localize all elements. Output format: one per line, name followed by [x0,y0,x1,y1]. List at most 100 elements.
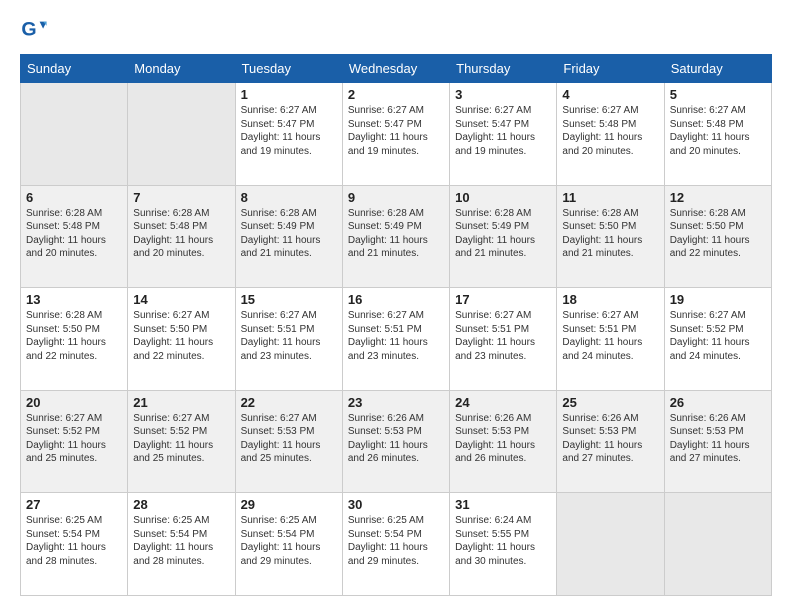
page: G SundayMondayTuesdayWednesdayThursdayFr… [0,0,792,612]
day-number: 15 [241,292,337,307]
day-info: Sunrise: 6:28 AM Sunset: 5:49 PM Dayligh… [241,207,337,261]
day-info: Sunrise: 6:28 AM Sunset: 5:50 PM Dayligh… [26,309,122,363]
day-info: Sunrise: 6:26 AM Sunset: 5:53 PM Dayligh… [670,412,766,466]
calendar-header-sunday: Sunday [21,55,128,83]
calendar-cell: 22 Sunrise: 6:27 AM Sunset: 5:53 PM Dayli… [235,390,342,493]
day-number: 20 [26,395,122,410]
calendar-cell [21,83,128,186]
day-number: 17 [455,292,551,307]
day-number: 13 [26,292,122,307]
day-info: Sunrise: 6:28 AM Sunset: 5:48 PM Dayligh… [26,207,122,261]
calendar-cell: 21 Sunrise: 6:27 AM Sunset: 5:52 PM Dayli… [128,390,235,493]
day-number: 4 [562,87,658,102]
logo: G [20,16,50,44]
day-info: Sunrise: 6:27 AM Sunset: 5:50 PM Dayligh… [133,309,229,363]
calendar-cell: 18 Sunrise: 6:27 AM Sunset: 5:51 PM Dayli… [557,288,664,391]
day-info: Sunrise: 6:27 AM Sunset: 5:53 PM Dayligh… [241,412,337,466]
calendar-header-friday: Friday [557,55,664,83]
day-info: Sunrise: 6:27 AM Sunset: 5:48 PM Dayligh… [562,104,658,158]
day-number: 14 [133,292,229,307]
calendar-header-thursday: Thursday [450,55,557,83]
calendar-cell: 9Sunrise: 6:28 AM Sunset: 5:49 PM Daylig… [342,185,449,288]
day-info: Sunrise: 6:26 AM Sunset: 5:53 PM Dayligh… [455,412,551,466]
day-info: Sunrise: 6:27 AM Sunset: 5:51 PM Dayligh… [241,309,337,363]
calendar-cell: 5Sunrise: 6:27 AM Sunset: 5:48 PM Daylig… [664,83,771,186]
calendar-cell: 1 Sunrise: 6:27 AM Sunset: 5:47 PM Daylig… [235,83,342,186]
calendar-week-row: 1 Sunrise: 6:27 AM Sunset: 5:47 PM Daylig… [21,83,772,186]
day-info: Sunrise: 6:27 AM Sunset: 5:52 PM Dayligh… [26,412,122,466]
calendar-cell: 12 Sunrise: 6:28 AM Sunset: 5:50 PM Dayli… [664,185,771,288]
calendar: SundayMondayTuesdayWednesdayThursdayFrid… [20,54,772,596]
calendar-cell: 16 Sunrise: 6:27 AM Sunset: 5:51 PM Dayli… [342,288,449,391]
calendar-cell [664,493,771,596]
calendar-cell: 28 Sunrise: 6:25 AM Sunset: 5:54 PM Dayli… [128,493,235,596]
calendar-cell: 10Sunrise: 6:28 AM Sunset: 5:49 PM Dayli… [450,185,557,288]
calendar-cell: 31 Sunrise: 6:24 AM Sunset: 5:55 PM Dayli… [450,493,557,596]
day-number: 30 [348,497,444,512]
calendar-cell: 27 Sunrise: 6:25 AM Sunset: 5:54 PM Dayli… [21,493,128,596]
day-number: 18 [562,292,658,307]
calendar-cell: 25 Sunrise: 6:26 AM Sunset: 5:53 PM Dayli… [557,390,664,493]
calendar-cell: 19Sunrise: 6:27 AM Sunset: 5:52 PM Dayli… [664,288,771,391]
day-number: 31 [455,497,551,512]
calendar-cell: 29 Sunrise: 6:25 AM Sunset: 5:54 PM Dayli… [235,493,342,596]
day-info: Sunrise: 6:27 AM Sunset: 5:51 PM Dayligh… [348,309,444,363]
day-number: 2 [348,87,444,102]
calendar-week-row: 27 Sunrise: 6:25 AM Sunset: 5:54 PM Dayli… [21,493,772,596]
calendar-cell [128,83,235,186]
day-info: Sunrise: 6:28 AM Sunset: 5:50 PM Dayligh… [670,207,766,261]
calendar-cell: 6Sunrise: 6:28 AM Sunset: 5:48 PM Daylig… [21,185,128,288]
calendar-cell: 7 Sunrise: 6:28 AM Sunset: 5:48 PM Daylig… [128,185,235,288]
day-info: Sunrise: 6:24 AM Sunset: 5:55 PM Dayligh… [455,514,551,568]
calendar-header-row: SundayMondayTuesdayWednesdayThursdayFrid… [21,55,772,83]
day-info: Sunrise: 6:25 AM Sunset: 5:54 PM Dayligh… [241,514,337,568]
day-number: 9 [348,190,444,205]
calendar-cell: 3 Sunrise: 6:27 AM Sunset: 5:47 PM Daylig… [450,83,557,186]
day-info: Sunrise: 6:27 AM Sunset: 5:47 PM Dayligh… [348,104,444,158]
day-number: 21 [133,395,229,410]
day-number: 3 [455,87,551,102]
day-info: Sunrise: 6:26 AM Sunset: 5:53 PM Dayligh… [562,412,658,466]
day-number: 7 [133,190,229,205]
day-number: 29 [241,497,337,512]
calendar-cell: 23 Sunrise: 6:26 AM Sunset: 5:53 PM Dayli… [342,390,449,493]
day-number: 1 [241,87,337,102]
day-number: 25 [562,395,658,410]
calendar-header-tuesday: Tuesday [235,55,342,83]
day-number: 19 [670,292,766,307]
header: G [20,16,772,44]
day-info: Sunrise: 6:25 AM Sunset: 5:54 PM Dayligh… [133,514,229,568]
day-info: Sunrise: 6:25 AM Sunset: 5:54 PM Dayligh… [26,514,122,568]
day-number: 16 [348,292,444,307]
day-info: Sunrise: 6:27 AM Sunset: 5:52 PM Dayligh… [133,412,229,466]
calendar-week-row: 13 Sunrise: 6:28 AM Sunset: 5:50 PM Dayli… [21,288,772,391]
calendar-header-monday: Monday [128,55,235,83]
day-number: 23 [348,395,444,410]
day-info: Sunrise: 6:28 AM Sunset: 5:48 PM Dayligh… [133,207,229,261]
calendar-header-wednesday: Wednesday [342,55,449,83]
day-number: 10 [455,190,551,205]
calendar-cell: 24Sunrise: 6:26 AM Sunset: 5:53 PM Dayli… [450,390,557,493]
calendar-cell [557,493,664,596]
calendar-cell: 20 Sunrise: 6:27 AM Sunset: 5:52 PM Dayli… [21,390,128,493]
day-number: 27 [26,497,122,512]
calendar-cell: 4 Sunrise: 6:27 AM Sunset: 5:48 PM Daylig… [557,83,664,186]
day-info: Sunrise: 6:26 AM Sunset: 5:53 PM Dayligh… [348,412,444,466]
day-info: Sunrise: 6:27 AM Sunset: 5:47 PM Dayligh… [241,104,337,158]
day-number: 22 [241,395,337,410]
svg-text:G: G [21,19,36,41]
calendar-week-row: 20 Sunrise: 6:27 AM Sunset: 5:52 PM Dayli… [21,390,772,493]
day-number: 8 [241,190,337,205]
day-info: Sunrise: 6:27 AM Sunset: 5:47 PM Dayligh… [455,104,551,158]
day-number: 12 [670,190,766,205]
calendar-cell: 26 Sunrise: 6:26 AM Sunset: 5:53 PM Dayli… [664,390,771,493]
calendar-header-saturday: Saturday [664,55,771,83]
day-info: Sunrise: 6:27 AM Sunset: 5:51 PM Dayligh… [562,309,658,363]
day-number: 28 [133,497,229,512]
day-number: 5 [670,87,766,102]
calendar-cell: 11Sunrise: 6:28 AM Sunset: 5:50 PM Dayli… [557,185,664,288]
calendar-week-row: 6Sunrise: 6:28 AM Sunset: 5:48 PM Daylig… [21,185,772,288]
day-number: 26 [670,395,766,410]
day-info: Sunrise: 6:27 AM Sunset: 5:51 PM Dayligh… [455,309,551,363]
logo-icon: G [20,16,48,44]
